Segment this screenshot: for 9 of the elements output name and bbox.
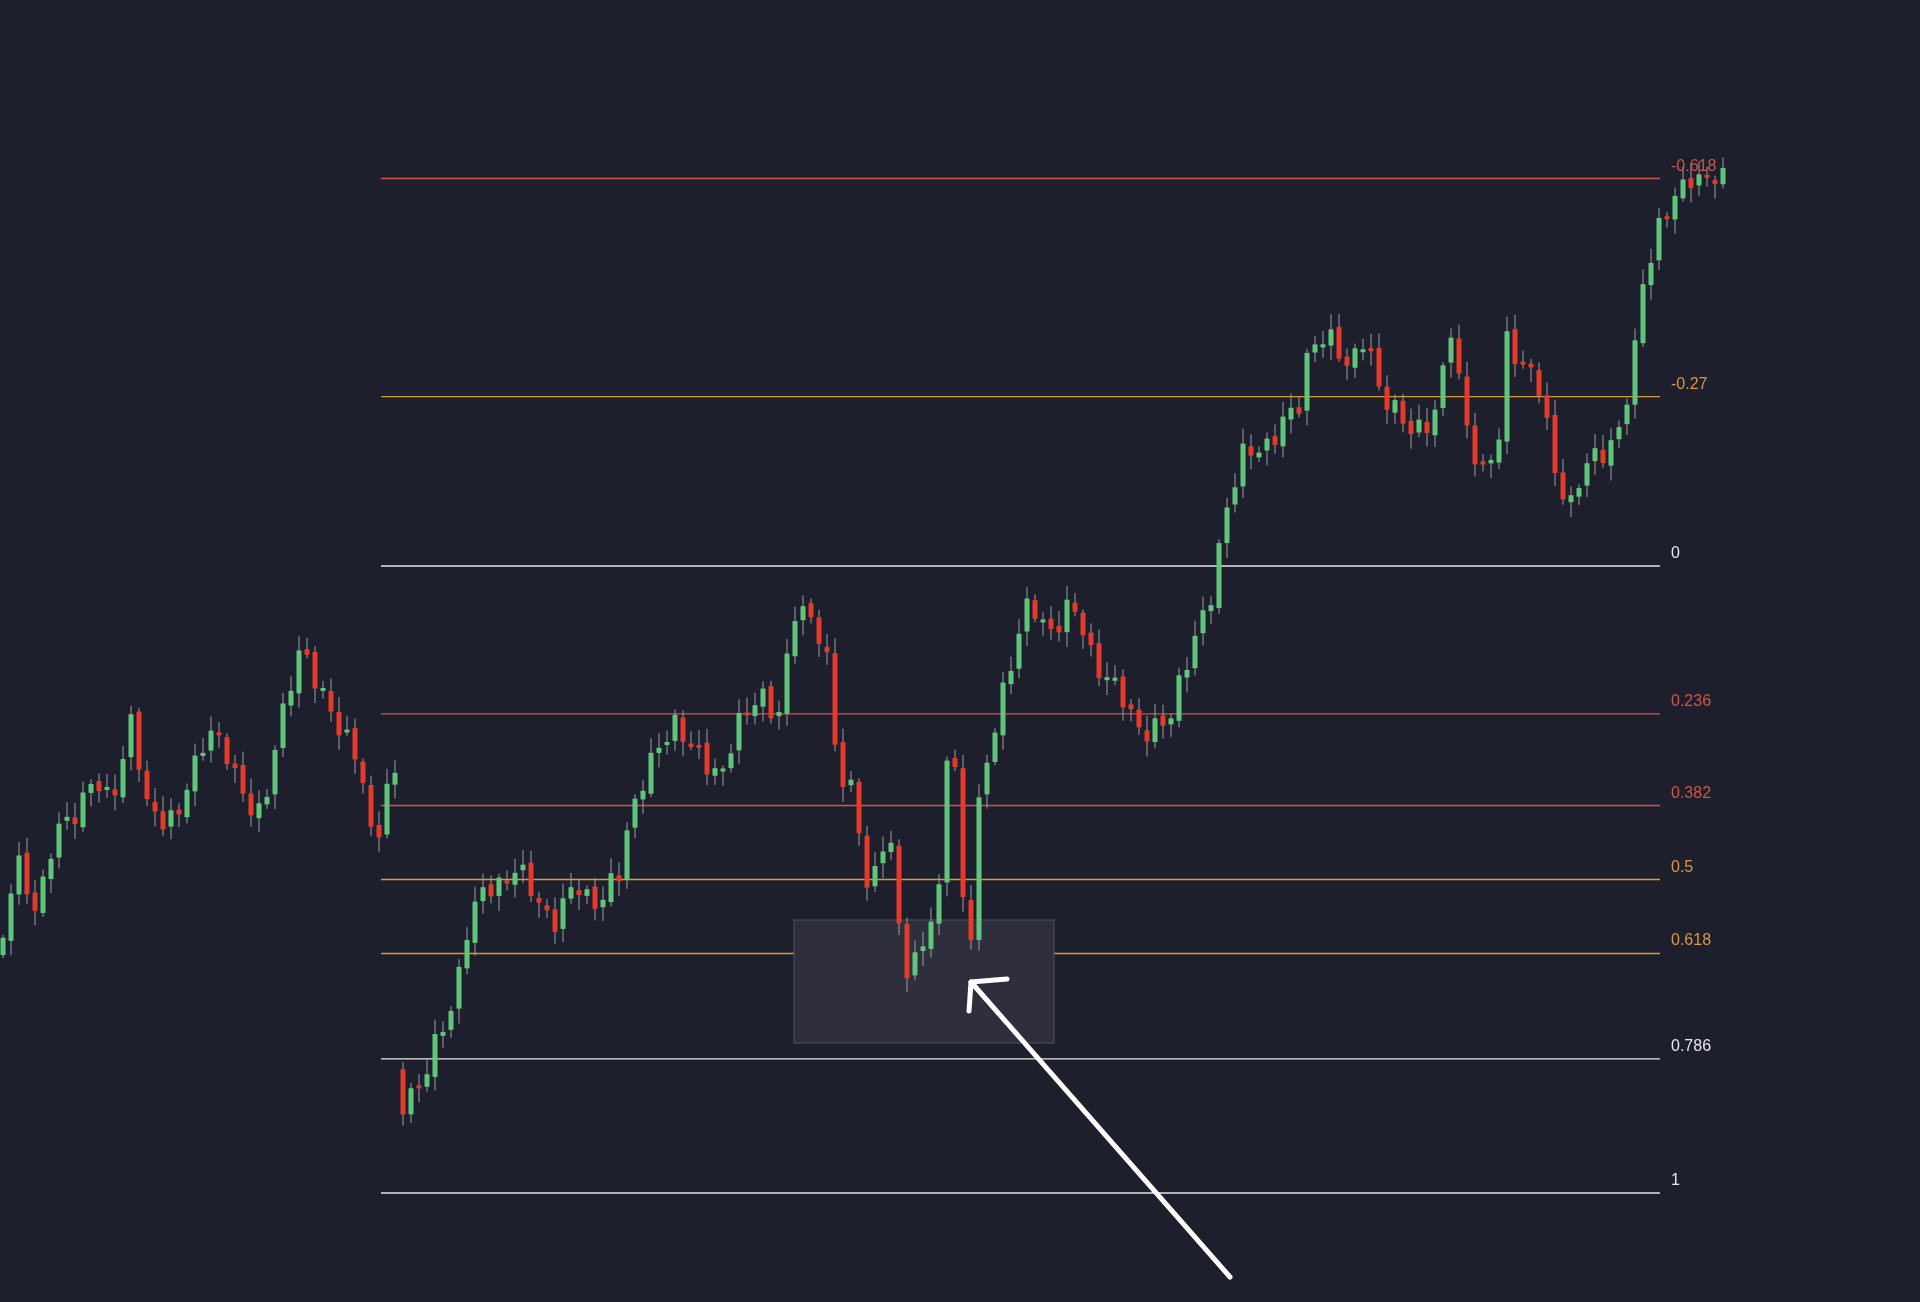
fib-level-label: -0.27: [1671, 374, 1708, 392]
fib-level-label: 0.5: [1671, 857, 1694, 875]
fib-level-label: 0: [1671, 544, 1680, 561]
fib-level-label: 1: [1671, 1171, 1680, 1188]
fib-level-label: 0.382: [1671, 783, 1712, 801]
fib-level-label: -0.618: [1671, 156, 1717, 174]
fib-level-label: 0.618: [1671, 931, 1712, 949]
fib-level-label: 0.786: [1671, 1036, 1712, 1054]
fib-level-label: 0.236: [1671, 691, 1712, 709]
